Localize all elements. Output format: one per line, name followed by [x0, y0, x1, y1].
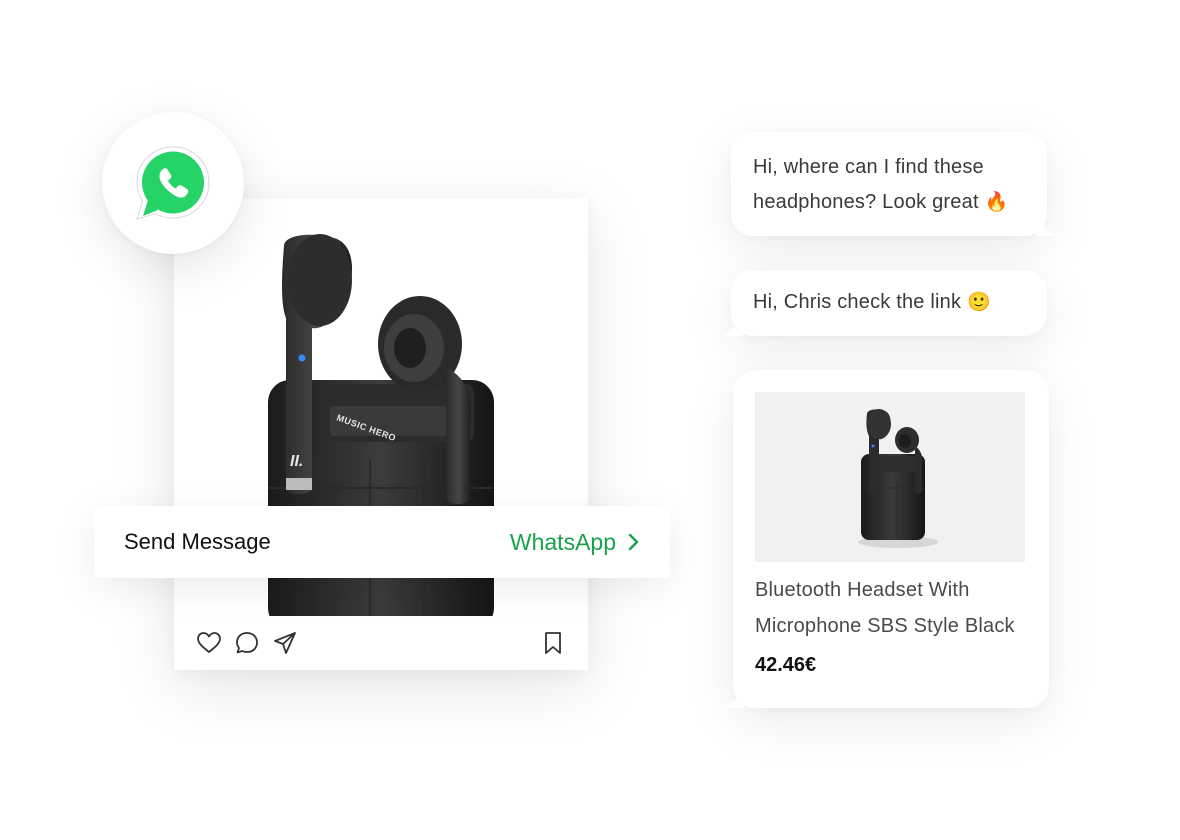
- whatsapp-icon: [136, 146, 210, 220]
- message-text: Hi, Chris check the link: [753, 291, 962, 313]
- product-title[interactable]: Bluetooth Headset With Microphone SBS St…: [755, 572, 1037, 644]
- chat-message-incoming: Hi, where can I find these headphones? L…: [731, 132, 1047, 236]
- product-price: 42.46€: [755, 654, 817, 676]
- heart-icon[interactable]: [194, 628, 224, 658]
- share-icon[interactable]: [270, 628, 300, 658]
- comment-icon[interactable]: [232, 628, 262, 658]
- post-card: MUSIC HERO II.: [174, 198, 588, 670]
- fire-emoji-icon: 🔥: [984, 192, 1009, 213]
- product-image[interactable]: [755, 392, 1025, 562]
- send-message-whatsapp-button[interactable]: Send Message WhatsApp: [94, 506, 670, 578]
- bubble-tail: [1036, 222, 1056, 236]
- bookmark-icon[interactable]: [538, 628, 568, 658]
- smile-emoji-icon: 🙂: [966, 292, 991, 313]
- post-action-bar: [174, 616, 588, 670]
- chevron-right-icon: [628, 533, 639, 551]
- message-line: Hi, where can I find these: [753, 156, 984, 178]
- send-message-label: Send Message: [124, 529, 271, 554]
- whatsapp-badge: [102, 112, 244, 254]
- product-card-message[interactable]: Bluetooth Headset With Microphone SBS St…: [733, 370, 1049, 708]
- whatsapp-label: WhatsApp: [509, 528, 616, 555]
- whatsapp-link[interactable]: WhatsApp: [510, 529, 640, 556]
- svg-text:II.: II.: [290, 453, 303, 470]
- message-line: headphones? Look great 🔥: [753, 191, 1009, 213]
- chat-message-outgoing: Hi, Chris check the link 🙂: [731, 270, 1047, 336]
